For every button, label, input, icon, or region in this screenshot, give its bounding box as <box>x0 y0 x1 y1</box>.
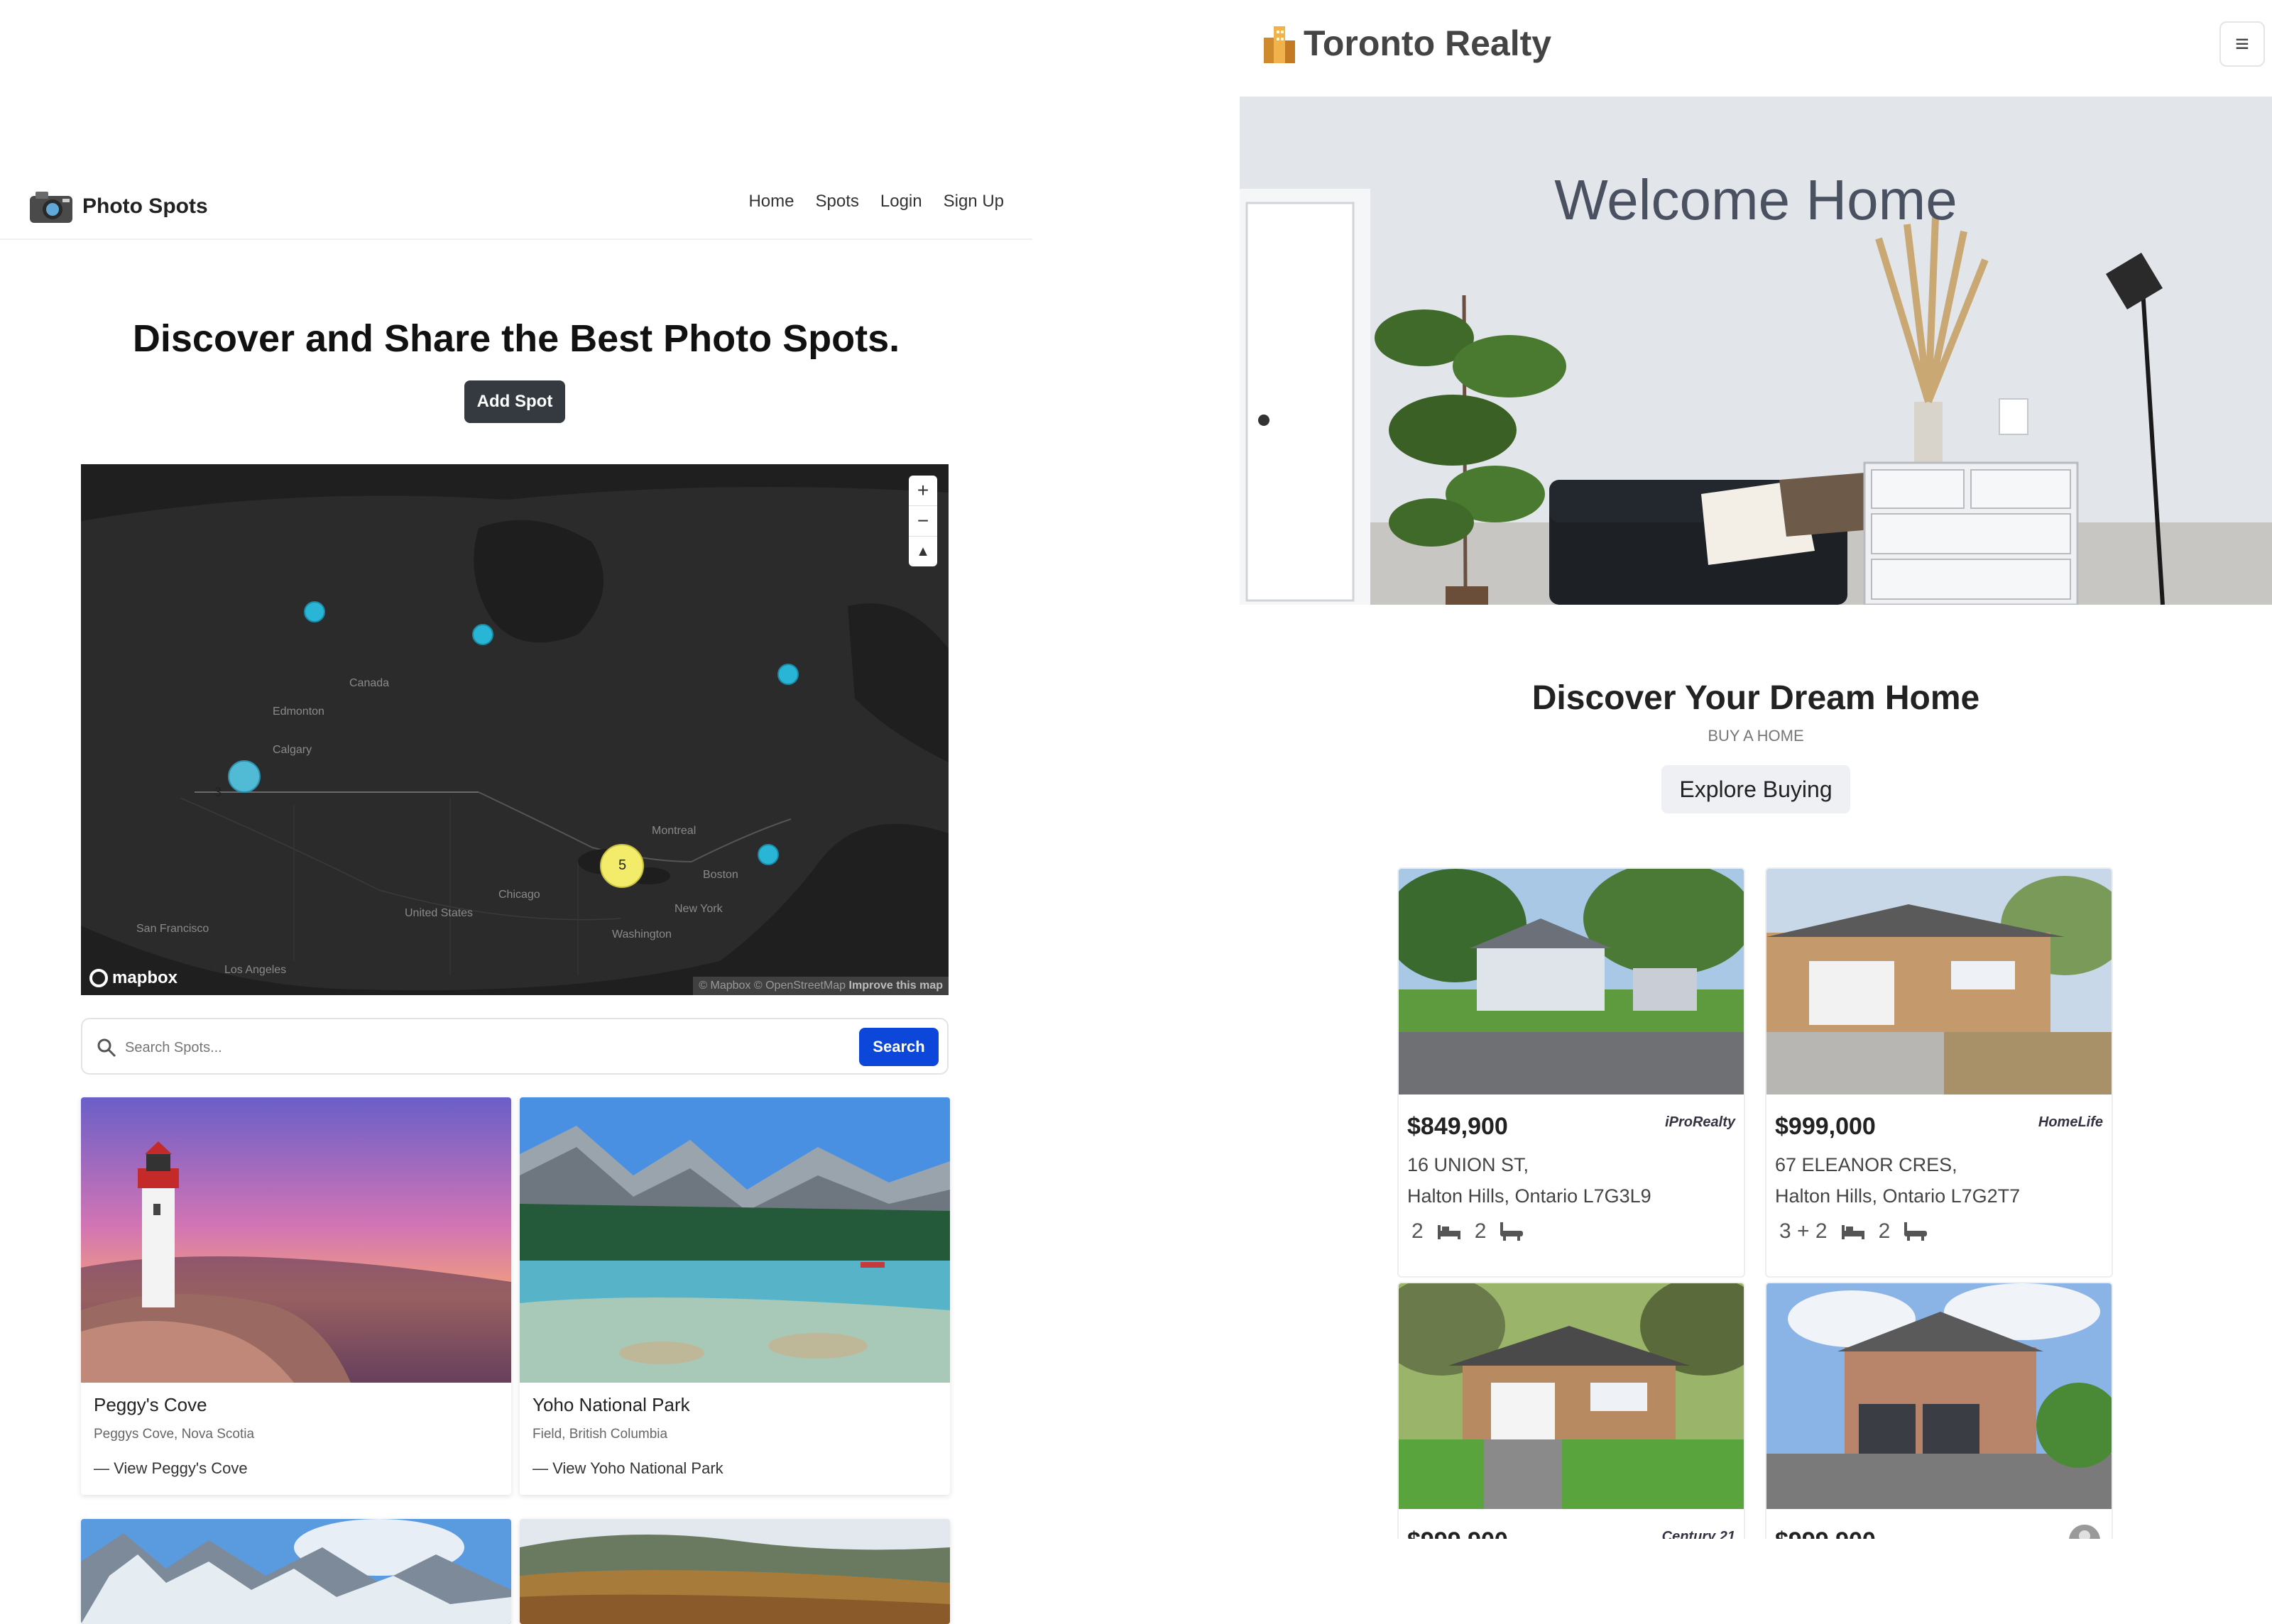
spot-card[interactable] <box>81 1519 511 1624</box>
card-title: Peggy's Cove <box>94 1394 207 1415</box>
search-input[interactable] <box>125 1033 835 1062</box>
map-label: Edmonton <box>273 706 324 718</box>
spot-card[interactable] <box>520 1519 950 1624</box>
listing-features: 3 + 2 2 <box>1779 1219 1928 1244</box>
card-view-link[interactable]: — View Peggy's Cove <box>94 1459 248 1478</box>
cluster-count[interactable]: 5 <box>618 857 626 874</box>
spot-photo <box>520 1097 950 1383</box>
hero-banner: Welcome Home <box>1240 97 2272 605</box>
listing-card[interactable]: $999,000 HomeLife 67 ELEANOR CRES, Halto… <box>1765 867 2113 1278</box>
map-marker <box>472 624 493 645</box>
card-link-text[interactable]: View Yoho National Park <box>552 1459 723 1477</box>
listing-price: $999,000 <box>1775 1113 1876 1140</box>
card-location: Field, British Columbia <box>532 1427 668 1442</box>
spot-photo <box>520 1519 950 1624</box>
listing-city: Halton Hills, Ontario L7G2T7 <box>1775 1185 2021 1207</box>
cluster-map[interactable]: 3 5 Canada Edmonton Calgary Montreal Bos… <box>81 464 949 995</box>
listing-street: 16 UNION ST, <box>1407 1154 1529 1175</box>
listing-price: $849,900 <box>1407 1113 1508 1140</box>
section-title: Discover Your Dream Home <box>1531 679 1980 717</box>
cluster-count[interactable]: 3 <box>214 785 222 800</box>
listing-street: 67 ELEANOR CRES, <box>1775 1154 1957 1175</box>
map-controls: + − ▲ <box>909 476 937 566</box>
map-label: San Francisco <box>136 923 209 935</box>
bed-icon <box>1841 1225 1864 1239</box>
brand[interactable]: Toronto Realty <box>1262 23 1551 64</box>
toronto-realty-page: Toronto Realty ≡ Welcome Home Discover Y… <box>1240 0 2272 1547</box>
bath-icon <box>1904 1222 1928 1241</box>
bath-icon <box>1500 1222 1524 1241</box>
map-label: United States <box>405 907 474 919</box>
section-subtitle: BUY A HOME <box>1708 727 1804 745</box>
camera-icon <box>30 192 72 223</box>
map-label: Boston <box>703 869 738 881</box>
hero-title: Welcome Home <box>1554 168 1957 231</box>
baths-count: 2 <box>1474 1219 1487 1243</box>
map-attribution: © Mapbox © OpenStreetMap Improve this ma… <box>693 977 949 995</box>
brand[interactable]: Photo Spots <box>28 189 208 224</box>
map-marker <box>758 844 779 865</box>
improve-map-link[interactable]: Improve this map <box>849 980 943 992</box>
baths-count: 2 <box>1878 1219 1891 1243</box>
hamburger-icon[interactable]: ≡ <box>2219 21 2265 67</box>
listing-city: Halton Hills, Ontario L7G3L9 <box>1407 1185 1651 1207</box>
map-label: New York <box>674 903 723 915</box>
brand-name: Photo Spots <box>82 194 208 218</box>
bed-icon <box>1437 1225 1460 1239</box>
photo-spots-page: Photo Spots Home Spots Login Sign Up Dis… <box>0 0 1032 1624</box>
search-bar: Search <box>81 1018 949 1075</box>
hero-title: Discover and Share the Best Photo Spots. <box>132 317 900 360</box>
map-label: Washington <box>612 928 672 940</box>
zoom-in-button[interactable]: + <box>909 476 937 506</box>
map-label: Calgary <box>273 744 312 756</box>
card-view-link[interactable]: — View Yoho National Park <box>532 1459 723 1478</box>
map-label: Montreal <box>652 825 697 837</box>
nav-links: Home Spots Login Sign Up <box>748 192 1004 212</box>
brokerage-logo: iProRealty <box>1665 1114 1735 1130</box>
map-label: Chicago <box>498 889 540 901</box>
explore-buying-button[interactable]: Explore Buying <box>1661 765 1850 813</box>
listing-photo <box>1766 869 2112 1094</box>
listing-card[interactable]: $849,900 iProRealty 16 UNION ST, Halton … <box>1397 867 1745 1278</box>
map-cluster <box>228 760 261 793</box>
map-label: Los Angeles <box>224 964 287 976</box>
add-spot-button[interactable]: Add Spot <box>464 380 565 423</box>
nav-signup[interactable]: Sign Up <box>944 192 1004 212</box>
compass-button[interactable]: ▲ <box>909 537 937 566</box>
navbar: Photo Spots Home Spots Login Sign Up <box>0 177 1032 240</box>
listing-photo <box>1399 869 1744 1094</box>
mapbox-logo[interactable]: mapbox <box>89 968 178 988</box>
listing-photo <box>1766 1283 2112 1509</box>
search-button[interactable]: Search <box>859 1028 939 1066</box>
nav-home[interactable]: Home <box>748 192 794 212</box>
map-marker <box>777 664 799 685</box>
spot-photo <box>81 1519 511 1624</box>
map-label: Canada <box>349 677 390 689</box>
card-location: Peggys Cove, Nova Scotia <box>94 1427 255 1442</box>
listing-card[interactable]: $999,900 Century 21 <box>1397 1282 1745 1547</box>
spot-card[interactable]: Peggy's Cove Peggys Cove, Nova Scotia — … <box>81 1097 511 1495</box>
card-link-text[interactable]: View Peggy's Cove <box>114 1459 247 1477</box>
spot-photo <box>81 1097 511 1383</box>
card-title: Yoho National Park <box>532 1394 690 1415</box>
listing-card[interactable]: $999,900 <box>1765 1282 2113 1547</box>
brand-name: Toronto Realty <box>1304 23 1552 63</box>
nav-spots[interactable]: Spots <box>816 192 859 212</box>
listing-features: 2 2 <box>1411 1219 1524 1244</box>
attribution-text[interactable]: © Mapbox © OpenStreetMap <box>699 980 846 992</box>
bottom-fade <box>1240 1539 2272 1547</box>
map-canvas <box>81 464 949 995</box>
listing-photo <box>1399 1283 1744 1509</box>
beds-count: 2 <box>1411 1219 1424 1243</box>
nav-login[interactable]: Login <box>880 192 922 212</box>
beds-count: 3 + 2 <box>1779 1219 1828 1243</box>
building-icon <box>1264 26 1295 63</box>
spot-card[interactable]: Yoho National Park Field, British Columb… <box>520 1097 950 1495</box>
brokerage-logo: HomeLife <box>2038 1114 2103 1130</box>
map-marker <box>304 601 325 622</box>
zoom-out-button[interactable]: − <box>909 506 937 537</box>
mapbox-text: mapbox <box>112 968 178 987</box>
search-icon <box>97 1038 116 1058</box>
mapbox-icon <box>89 969 108 987</box>
